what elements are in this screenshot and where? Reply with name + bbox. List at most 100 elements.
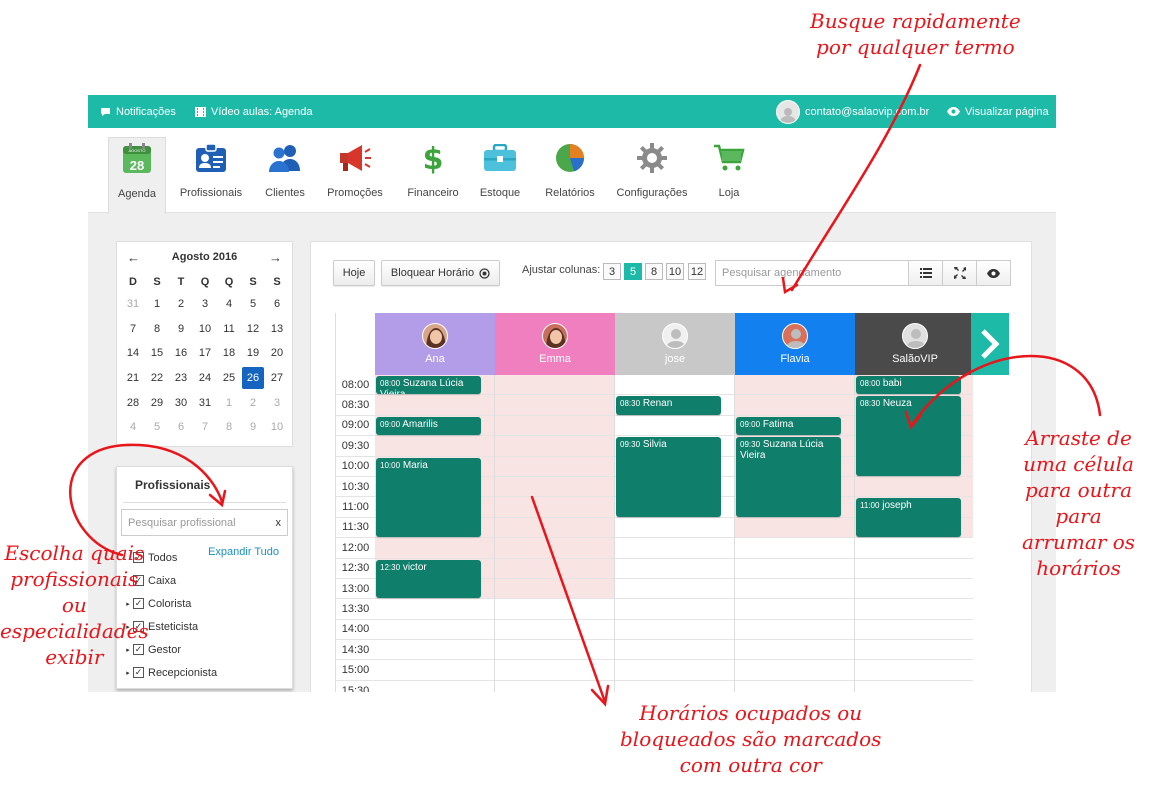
calendar-day[interactable]: 15 [145, 341, 169, 366]
time-slot-cell[interactable] [615, 538, 734, 559]
time-slot-cell[interactable] [855, 538, 973, 559]
time-slot-cell[interactable] [375, 620, 494, 641]
professional-column-header[interactable]: Ana [375, 313, 495, 375]
today-button[interactable]: Hoje [333, 260, 375, 286]
calendar-day[interactable]: 1 [217, 390, 241, 415]
time-slot-cell[interactable] [735, 640, 854, 661]
nav-configuracoes[interactable]: Configurações [617, 137, 687, 209]
calendar-day[interactable]: 2 [241, 390, 265, 415]
time-slot-cell[interactable] [615, 640, 734, 661]
calendar-day[interactable]: 31 [121, 292, 145, 317]
time-slot-cell[interactable] [495, 538, 614, 559]
appointment-card[interactable]: 12:30 victor [376, 559, 481, 599]
time-slot-cell[interactable] [375, 681, 494, 692]
time-slot-cell[interactable] [855, 476, 973, 498]
time-slot-cell[interactable] [495, 436, 614, 457]
time-slot-cell[interactable] [375, 538, 494, 559]
calendar-day[interactable]: 10 [193, 317, 217, 342]
calendar-day[interactable]: 8 [217, 415, 241, 440]
time-slot-cell[interactable] [615, 559, 734, 579]
time-slot-cell[interactable] [495, 578, 614, 600]
calendar-day[interactable]: 7 [193, 415, 217, 440]
time-slot-cell[interactable] [855, 681, 973, 692]
calendar-day[interactable]: 13 [265, 317, 289, 342]
time-slot-cell[interactable] [495, 476, 614, 498]
next-professionals-button[interactable] [971, 313, 1009, 375]
time-slot-cell[interactable] [615, 599, 734, 620]
calendar-day[interactable]: 9 [241, 415, 265, 440]
time-slot-cell[interactable] [615, 660, 734, 681]
time-slot-cell[interactable] [615, 620, 734, 641]
appointment-search-input[interactable]: Pesquisar agendamento [715, 260, 909, 286]
calendar-day-selected[interactable]: 26 [241, 366, 265, 391]
time-slot-cell[interactable] [495, 375, 614, 396]
column-count-button[interactable]: 8 [645, 263, 663, 280]
time-slot-cell[interactable] [855, 599, 973, 620]
calendar-day[interactable]: 2 [169, 292, 193, 317]
calendar-day[interactable]: 21 [121, 366, 145, 391]
time-slot-cell[interactable] [735, 559, 854, 579]
time-slot-cell[interactable] [735, 395, 854, 416]
time-slot-cell[interactable] [495, 517, 614, 539]
time-slot-cell[interactable] [495, 681, 614, 692]
time-slot-cell[interactable] [495, 599, 614, 620]
calendar-day[interactable]: 22 [145, 366, 169, 391]
calendar-day[interactable]: 4 [217, 292, 241, 317]
calendar-day[interactable]: 17 [193, 341, 217, 366]
appointment-card[interactable]: 08:30 Renan [616, 396, 721, 415]
time-slot-cell[interactable] [615, 681, 734, 692]
account-menu[interactable]: contato@salaovip.com.br [776, 95, 929, 128]
calendar-day[interactable]: 1 [145, 292, 169, 317]
time-slot-cell[interactable] [615, 416, 734, 437]
calendar-day[interactable]: 16 [169, 341, 193, 366]
calendar-day[interactable]: 9 [169, 317, 193, 342]
calendar-day[interactable]: 7 [121, 317, 145, 342]
professional-column-header[interactable]: SalãoVIP [855, 313, 973, 375]
time-slot-cell[interactable] [375, 660, 494, 681]
calendar-day[interactable]: 19 [241, 341, 265, 366]
calendar-day[interactable]: 11 [217, 317, 241, 342]
calendar-day[interactable]: 24 [193, 366, 217, 391]
calendar-day[interactable]: 12 [241, 317, 265, 342]
list-view-button[interactable] [908, 260, 943, 286]
appointment-card[interactable]: 09:00 Amarilis [376, 416, 481, 436]
calendar-day[interactable]: 14 [121, 341, 145, 366]
column-count-button[interactable]: 3 [603, 263, 621, 280]
time-slot-cell[interactable] [495, 395, 614, 416]
time-slot-cell[interactable] [495, 620, 614, 641]
time-slot-cell[interactable] [855, 559, 973, 579]
appointment-card[interactable]: 11:00 joseph [856, 498, 961, 538]
view-page-link[interactable]: Visualizar página [947, 95, 1049, 128]
time-slot-cell[interactable] [495, 640, 614, 661]
time-slot-cell[interactable] [855, 620, 973, 641]
calendar-day[interactable]: 30 [169, 390, 193, 415]
calendar-day[interactable]: 8 [145, 317, 169, 342]
calendar-day[interactable]: 4 [121, 415, 145, 440]
nav-loja[interactable]: Loja [697, 137, 761, 209]
calendar-day[interactable]: 6 [169, 415, 193, 440]
nav-agenda[interactable]: 28 AGOSTO Agenda [108, 137, 166, 214]
clear-search-button[interactable]: x [276, 517, 282, 529]
column-count-button[interactable]: 12 [688, 263, 706, 280]
nav-relatorios[interactable]: Relatórios [538, 137, 602, 209]
time-slot-cell[interactable] [735, 599, 854, 620]
nav-promocoes[interactable]: Promoções [323, 137, 387, 209]
time-slot-cell[interactable] [615, 518, 734, 539]
professional-column-header[interactable]: Flavia [735, 313, 855, 375]
time-slot-cell[interactable] [375, 395, 494, 416]
appointment-card[interactable]: 08:30 Neuza [856, 396, 961, 476]
calendar-day[interactable]: 23 [169, 366, 193, 391]
calendar-day[interactable]: 18 [217, 341, 241, 366]
time-slot-cell[interactable] [855, 640, 973, 661]
calendar-day[interactable]: 5 [241, 292, 265, 317]
time-slot-cell[interactable] [735, 620, 854, 641]
column-count-button[interactable]: 10 [666, 263, 684, 280]
calendar-day[interactable]: 29 [145, 390, 169, 415]
time-slot-cell[interactable] [735, 681, 854, 692]
time-slot-cell[interactable] [495, 456, 614, 477]
block-time-button[interactable]: Bloquear Horário [381, 260, 500, 286]
time-slot-cell[interactable] [495, 415, 614, 437]
professional-column-header[interactable]: jose [615, 313, 735, 375]
professional-column-header[interactable]: Emma [495, 313, 615, 375]
calendar-day[interactable]: 6 [265, 292, 289, 317]
